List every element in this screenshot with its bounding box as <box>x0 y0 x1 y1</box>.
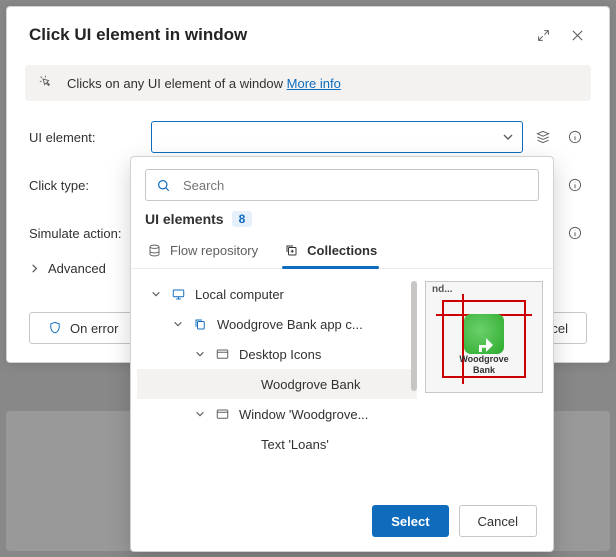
window-icon <box>215 347 231 362</box>
tree-node[interactable]: Local computer <box>137 279 417 309</box>
tree-node-label: Desktop Icons <box>239 347 321 362</box>
tree-node-label: Text 'Loans' <box>261 437 329 452</box>
tree[interactable]: Local computer Woodgrove Bank app c... Des… <box>137 279 417 491</box>
select-button[interactable]: Select <box>372 505 448 537</box>
tab-label: Flow repository <box>170 243 258 258</box>
dialog-title: Click UI element in window <box>29 25 523 45</box>
shield-icon <box>48 321 62 335</box>
info-text-prefix: Clicks on any UI element of a window <box>67 76 287 91</box>
monitor-icon <box>171 287 187 302</box>
chevron-down-icon <box>502 131 514 143</box>
tree-node-label: Woodgrove Bank <box>261 377 361 392</box>
preview-truncated: nd... <box>432 284 453 295</box>
tree-node-label: Window 'Woodgrove... <box>239 407 368 422</box>
tree-node-label: Woodgrove Bank app c... <box>217 317 363 332</box>
on-error-button[interactable]: On error <box>29 312 137 344</box>
more-info-link[interactable]: More info <box>287 76 341 91</box>
info-icon[interactable] <box>563 221 587 245</box>
advanced-label: Advanced <box>48 261 106 276</box>
repository-icon <box>147 243 162 258</box>
ui-element-label: UI element: <box>29 130 137 145</box>
ui-element-combo[interactable] <box>151 121 523 153</box>
row-ui-element: UI element: <box>29 113 587 161</box>
info-icon[interactable] <box>563 125 587 149</box>
expand-icon[interactable] <box>171 319 185 329</box>
click-type-label: Click type: <box>29 178 137 193</box>
preview-pane: nd... Woodgrove Bank <box>425 279 545 491</box>
search-input[interactable] <box>181 177 528 194</box>
app-icon <box>464 314 504 354</box>
tab-label: Collections <box>307 243 377 258</box>
layers-icon[interactable] <box>531 125 555 149</box>
preview-thumbnail: nd... Woodgrove Bank <box>425 281 543 393</box>
tree-node[interactable]: Window 'Woodgrove... <box>137 399 417 429</box>
tabs: Flow repository Collections <box>131 235 553 269</box>
ui-element-picker: UI elements 8 Flow repository Collection… <box>130 156 554 552</box>
expand-icon[interactable] <box>149 289 163 299</box>
picker-footer: Select Cancel <box>131 491 553 551</box>
scrollbar[interactable] <box>411 281 417 391</box>
titlebar: Click UI element in window <box>7 7 609 59</box>
preview-caption: Woodgrove Bank <box>426 354 542 376</box>
tree-node-label: Local computer <box>195 287 284 302</box>
picker-cancel-button[interactable]: Cancel <box>459 505 537 537</box>
info-text: Clicks on any UI element of a window Mor… <box>67 76 341 91</box>
tree-node[interactable]: Woodgrove Bank <box>137 369 417 399</box>
close-icon[interactable] <box>563 21 591 49</box>
copy-icon <box>193 317 209 332</box>
tree-node[interactable]: Text 'Loans' <box>137 429 417 459</box>
chevron-right-icon <box>29 263 40 274</box>
window-icon <box>215 407 231 422</box>
maximize-icon[interactable] <box>529 21 557 49</box>
section-header: UI elements 8 <box>131 211 553 235</box>
expand-icon[interactable] <box>193 409 207 419</box>
info-bar: Clicks on any UI element of a window Mor… <box>25 65 591 101</box>
tab-flow-repository[interactable]: Flow repository <box>145 235 260 268</box>
info-icon[interactable] <box>563 173 587 197</box>
tree-node[interactable]: Woodgrove Bank app c... <box>137 309 417 339</box>
simulate-label: Simulate action: <box>29 226 137 241</box>
search-icon <box>156 178 171 193</box>
on-error-label: On error <box>70 321 118 336</box>
search-field[interactable] <box>145 169 539 201</box>
count-badge: 8 <box>232 211 253 227</box>
section-title: UI elements <box>145 211 224 227</box>
collections-icon <box>284 243 299 258</box>
tree-node[interactable]: Desktop Icons <box>137 339 417 369</box>
cursor-click-icon <box>39 75 55 91</box>
expand-icon[interactable] <box>193 349 207 359</box>
tab-collections[interactable]: Collections <box>282 235 379 268</box>
